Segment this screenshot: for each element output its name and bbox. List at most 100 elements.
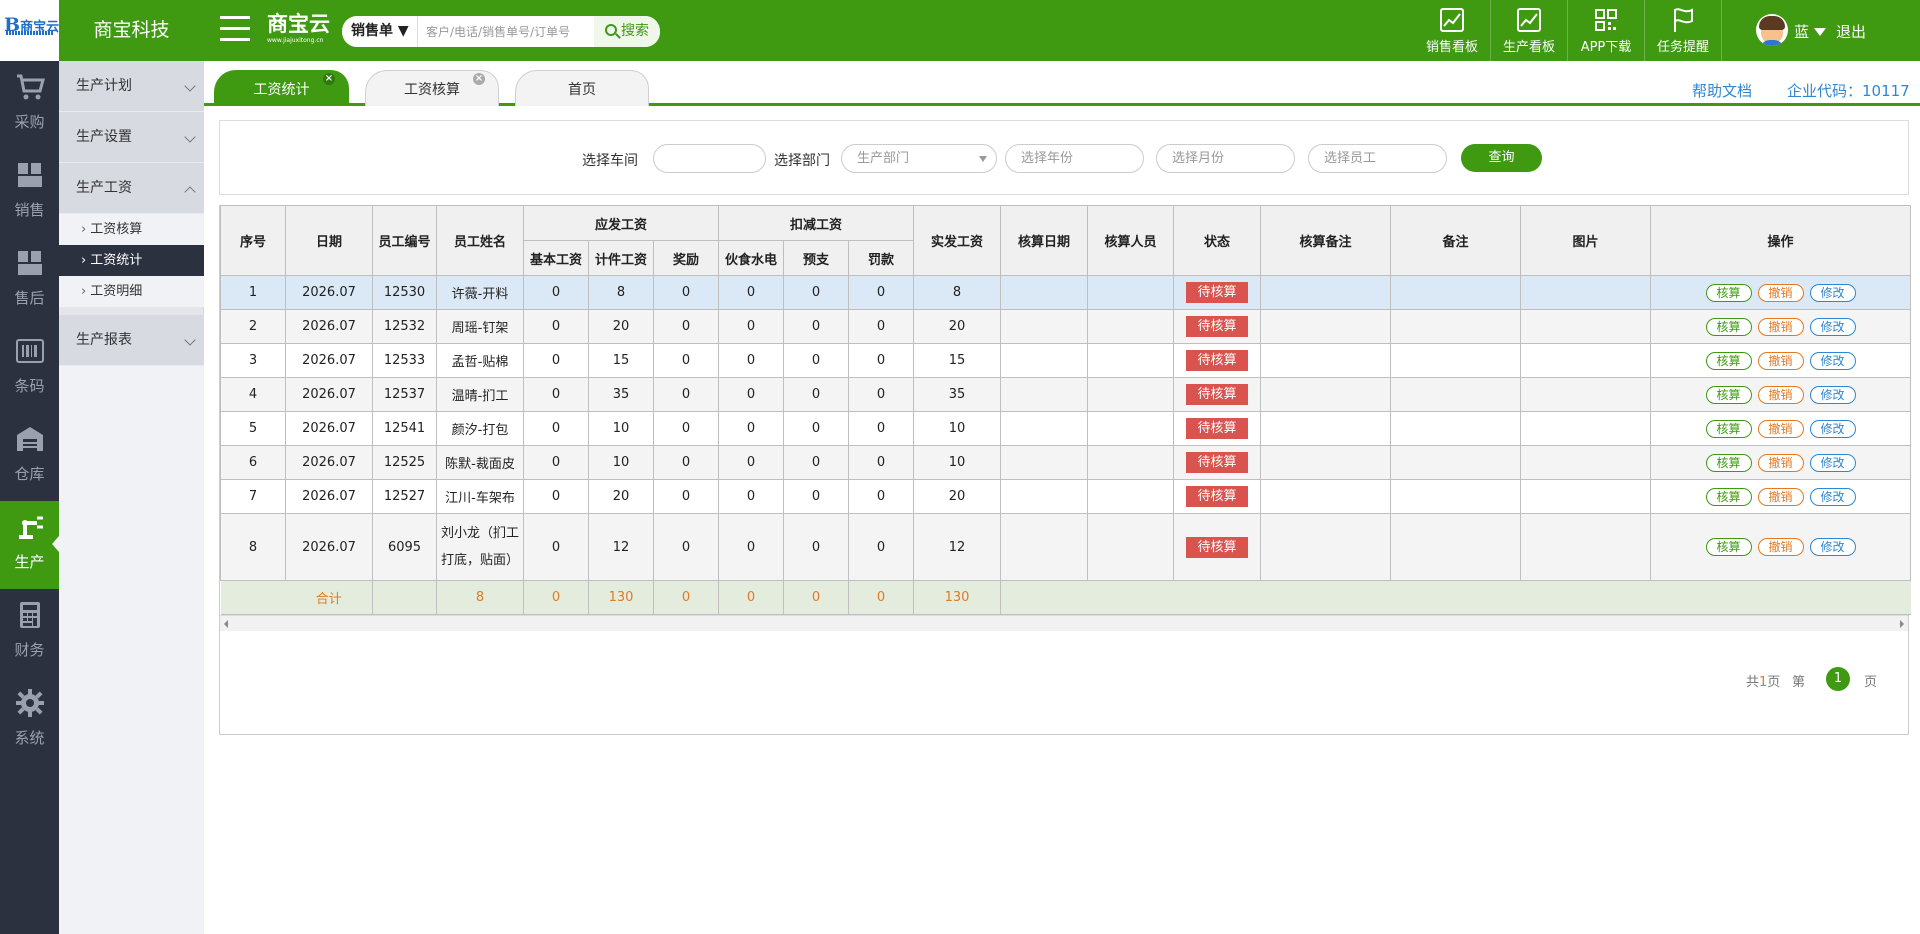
help-docs-link[interactable]: 帮助文档 [1692, 80, 1752, 101]
status-badge[interactable]: 待核算 [1186, 316, 1248, 337]
cell-fine: 0 [848, 275, 914, 310]
edit-button[interactable]: 修改 [1809, 487, 1856, 506]
revoke-button[interactable]: 撤销 [1757, 487, 1804, 506]
department-select[interactable]: 生产部门 [841, 144, 997, 173]
table-row[interactable]: 8 2026.07 6095 刘小龙（扪工打底，贴面） 0 12 0 0 0 0 12 待核算 核算 撤销… [220, 513, 1911, 581]
robot-arm-icon [18, 516, 43, 539]
tab-wage-stats[interactable]: 工资统计 × [214, 70, 349, 106]
cart-icon [16, 74, 45, 100]
cell-calc-note [1260, 309, 1391, 344]
hamburger-menu-icon[interactable] [220, 16, 250, 42]
calc-button[interactable]: 核算 [1705, 385, 1752, 404]
table-row[interactable]: 2 2026.07 12532 周瑶-钉架 0 20 0 0 0 0 20 待核算 核算 撤销 修改 [220, 309, 1911, 344]
status-badge[interactable]: 待核算 [1186, 486, 1248, 507]
table-row[interactable]: 6 2026.07 12525 陈默-裁面皮 0 10 0 0 0 0 10 待核算 核算 撤销 修改 [220, 445, 1911, 480]
status-badge[interactable]: 待核算 [1186, 536, 1248, 558]
edit-button[interactable]: 修改 [1809, 351, 1856, 370]
revoke-button[interactable]: 撤销 [1757, 385, 1804, 404]
menu-group-production-settings[interactable]: 生产设置 [59, 112, 204, 163]
menu-item-wage-calc[interactable]: 工资核算 [59, 214, 204, 245]
revoke-button[interactable]: 撤销 [1757, 453, 1804, 472]
cell-emp-name: 温晴-扪工 [436, 377, 524, 412]
cell-base: 0 [523, 309, 589, 344]
workshop-select[interactable] [653, 144, 766, 173]
revoke-button[interactable]: 撤销 [1757, 283, 1804, 302]
query-button[interactable]: 查询 [1461, 144, 1542, 172]
rail-item-purchase[interactable]: 采购 [0, 61, 59, 149]
scroll-left-icon[interactable] [224, 620, 228, 628]
menu-group-production-report[interactable]: 生产报表 [59, 315, 204, 366]
cell-status: 待核算 [1173, 343, 1261, 378]
cell-calc-date [1000, 513, 1088, 581]
revoke-button[interactable]: 撤销 [1757, 419, 1804, 438]
cell-ops: 核算 撤销 修改 [1650, 411, 1911, 446]
task-reminder-button[interactable]: 任务提醒 [1645, 0, 1721, 61]
scroll-right-icon[interactable] [1900, 620, 1904, 628]
status-badge[interactable]: 待核算 [1186, 350, 1248, 371]
edit-button[interactable]: 修改 [1809, 453, 1856, 472]
revoke-button[interactable]: 撤销 [1757, 351, 1804, 370]
calc-button[interactable]: 核算 [1705, 487, 1752, 506]
rail-item-system[interactable]: 系统 [0, 677, 59, 765]
revoke-button[interactable]: 撤销 [1757, 317, 1804, 336]
table-row[interactable]: 3 2026.07 12533 孟哲-贴棉 0 15 0 0 0 0 15 待核算 核算 撤销 修改 [220, 343, 1911, 378]
page-1-button[interactable]: 1 [1826, 667, 1850, 691]
horizontal-scrollbar[interactable] [220, 615, 1908, 631]
status-badge[interactable]: 待核算 [1186, 384, 1248, 405]
edit-button[interactable]: 修改 [1809, 317, 1856, 336]
revoke-button[interactable]: 撤销 [1757, 538, 1804, 556]
tab-wage-calc[interactable]: 工资核算 × [365, 70, 499, 106]
production-board-icon [1517, 8, 1541, 32]
calc-button[interactable]: 核算 [1705, 538, 1752, 556]
user-name[interactable]: 蓝 [1794, 21, 1827, 42]
cell-seq: 2 [220, 309, 286, 344]
search-button[interactable]: 搜索 [594, 16, 660, 47]
cell-date: 2026.07 [285, 309, 373, 344]
calc-button[interactable]: 核算 [1705, 453, 1752, 472]
table-row[interactable]: 7 2026.07 12527 江川-车架布 0 20 0 0 0 0 20 待核算 核算 撤销 修改 [220, 479, 1911, 514]
year-select[interactable]: 选择年份 [1005, 144, 1144, 173]
calc-button[interactable]: 核算 [1705, 351, 1752, 370]
cell-calc-note [1260, 479, 1391, 514]
menu-group-production-plan[interactable]: 生产计划 [59, 61, 204, 112]
table-row[interactable]: 1 2026.07 12530 许薇-开料 0 8 0 0 0 0 8 待核算 核算 撤销 修改 [220, 275, 1911, 310]
menu-group-production-wage[interactable]: 生产工资 [59, 163, 204, 214]
cell-emp-name: 周瑶-钉架 [436, 309, 524, 344]
close-icon[interactable]: × [473, 73, 485, 85]
edit-button[interactable]: 修改 [1809, 283, 1856, 302]
status-badge[interactable]: 待核算 [1186, 452, 1248, 473]
tab-home[interactable]: 首页 [515, 70, 649, 106]
edit-button[interactable]: 修改 [1809, 419, 1856, 438]
close-icon[interactable]: × [323, 73, 335, 85]
status-badge[interactable]: 待核算 [1186, 418, 1248, 439]
rail-item-barcode[interactable]: 条码 [0, 325, 59, 413]
staff-select[interactable]: 选择员工 [1308, 144, 1447, 173]
rail-item-warehouse[interactable]: 仓库 [0, 413, 59, 501]
edit-button[interactable]: 修改 [1809, 538, 1856, 556]
cell-advance: 0 [783, 309, 849, 344]
status-badge[interactable]: 待核算 [1186, 282, 1248, 303]
app-download-button[interactable]: APP下载 [1568, 0, 1644, 61]
month-select[interactable]: 选择月份 [1156, 144, 1295, 173]
search-input[interactable] [422, 16, 594, 47]
rail-item-finance[interactable]: 财务 [0, 589, 59, 677]
rail-item-production[interactable]: 生产 [0, 501, 59, 589]
menu-item-wage-detail[interactable]: 工资明细 [59, 276, 204, 307]
table-row[interactable]: 5 2026.07 12541 颜汐-打包 0 10 0 0 0 0 10 待核算 核算 撤销 修改 [220, 411, 1911, 446]
sales-board-button[interactable]: 销售看板 [1414, 0, 1490, 61]
table-row[interactable]: 4 2026.07 12537 温晴-扪工 0 35 0 0 0 0 35 待核算 核算 撤销 修改 [220, 377, 1911, 412]
logout-link[interactable]: 退出 [1836, 21, 1866, 42]
cell-bonus: 0 [653, 479, 719, 514]
cell-calc-note [1260, 343, 1391, 378]
menu-item-wage-stats[interactable]: 工资统计 [59, 245, 204, 276]
calc-button[interactable]: 核算 [1705, 419, 1752, 438]
calc-button[interactable]: 核算 [1705, 317, 1752, 336]
rail-item-sales[interactable]: 销售 [0, 149, 59, 237]
col-image: 图片 [1520, 205, 1651, 276]
cell-actual: 10 [913, 411, 1001, 446]
search-type-dropdown[interactable]: 销售单 ▼ [342, 16, 418, 47]
production-board-button[interactable]: 生产看板 [1491, 0, 1567, 61]
edit-button[interactable]: 修改 [1809, 385, 1856, 404]
rail-item-after-sales[interactable]: 售后 [0, 237, 59, 325]
calc-button[interactable]: 核算 [1705, 283, 1752, 302]
